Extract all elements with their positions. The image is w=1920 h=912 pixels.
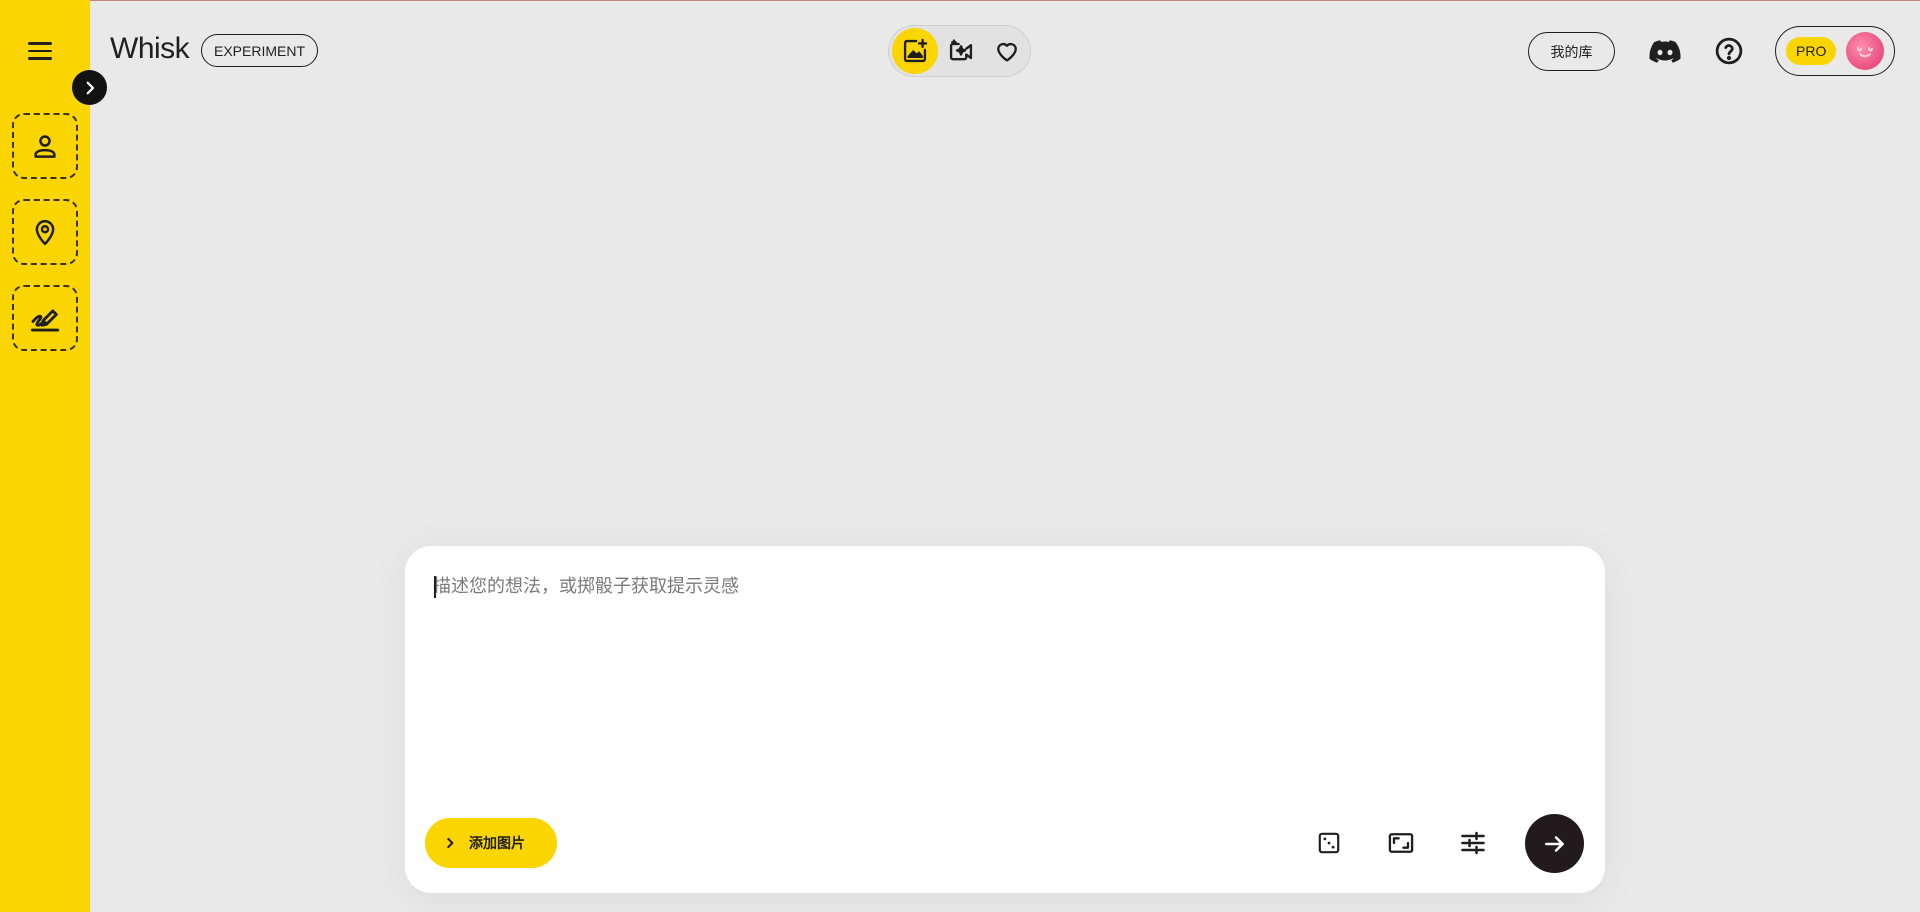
discord-icon [1649, 40, 1681, 63]
chevron-right-icon [86, 81, 94, 94]
scene-slot[interactable] [12, 199, 78, 265]
location-pin-icon [35, 220, 55, 246]
heart-icon [997, 42, 1017, 62]
prompt-panel: 添加图片 [405, 546, 1605, 893]
settings-button[interactable] [1453, 823, 1493, 863]
chevron-right-icon [447, 837, 454, 849]
sidebar [0, 0, 90, 912]
pro-badge: PRO [1786, 37, 1837, 65]
subject-slot[interactable] [12, 113, 78, 179]
brush-stroke-icon [30, 309, 60, 332]
image-mode-button[interactable] [892, 28, 938, 74]
avatar [1846, 32, 1885, 70]
help-button[interactable] [1709, 31, 1749, 71]
add-image-button[interactable]: 添加图片 [425, 818, 557, 868]
aspect-ratio-icon [1388, 833, 1414, 853]
video-mode-button[interactable] [938, 28, 984, 74]
mode-switcher [888, 25, 1031, 77]
hamburger-menu-icon[interactable] [28, 38, 62, 64]
aspect-ratio-button[interactable] [1381, 823, 1421, 863]
prompt-input[interactable] [433, 572, 1573, 752]
person-icon [34, 135, 56, 158]
my-library-button[interactable]: 我的库 [1528, 32, 1615, 71]
style-slot[interactable] [12, 285, 78, 351]
send-button[interactable] [1525, 814, 1584, 873]
image-sparkle-icon [903, 38, 928, 63]
experiment-badge: EXPERIMENT [201, 34, 319, 67]
top-border [0, 0, 1920, 1]
text-caret [434, 576, 436, 598]
favorites-button[interactable] [984, 28, 1030, 74]
discord-button[interactable] [1645, 31, 1685, 71]
dice-icon [1318, 832, 1340, 854]
video-sparkle-icon [949, 39, 973, 61]
random-dice-button[interactable] [1309, 823, 1349, 863]
account-button[interactable]: PRO [1775, 26, 1895, 76]
expand-sidebar-button[interactable] [72, 70, 107, 105]
add-image-label: 添加图片 [469, 836, 525, 852]
arrow-right-icon [1544, 835, 1564, 852]
sliders-icon [1461, 831, 1485, 855]
help-circle-icon [1715, 37, 1743, 65]
avatar-face-icon [1857, 47, 1874, 58]
app-title[interactable]: Whisk [110, 32, 190, 66]
